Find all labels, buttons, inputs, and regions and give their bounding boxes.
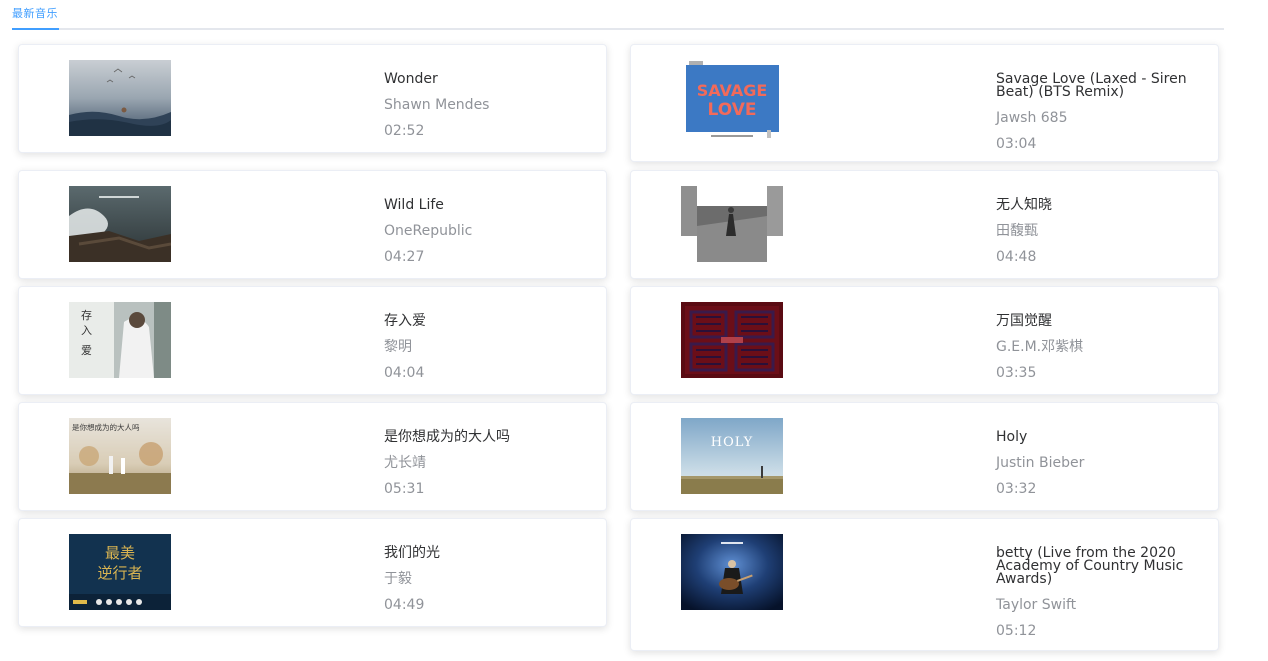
song-duration: 02:52 (384, 123, 425, 139)
song-duration: 03:04 (996, 136, 1037, 152)
song-card[interactable]: betty (Live from the 2020 Academy of Cou… (630, 518, 1219, 651)
song-title[interactable]: 无人知晓 (996, 198, 1201, 212)
song-artist[interactable]: 黎明 (384, 340, 589, 354)
song-duration: 04:04 (384, 365, 425, 381)
album-cover[interactable] (69, 60, 171, 136)
song-artist[interactable]: G.E.M.邓紫棋 (996, 340, 1201, 354)
album-cover[interactable]: 存 入 爱 (69, 302, 171, 378)
album-cover[interactable] (681, 186, 783, 262)
album-cover[interactable] (681, 302, 783, 378)
song-title[interactable]: 我们的光 (384, 546, 589, 560)
svg-text:最美: 最美 (105, 544, 135, 562)
song-info: Savage Love (Laxed - Siren Beat) (BTS Re… (996, 72, 1201, 152)
song-artist[interactable]: Justin Bieber (996, 456, 1201, 470)
song-info: Wonder Shawn Mendes 02:52 (384, 72, 589, 139)
song-title[interactable]: 是你想成为的大人吗 (384, 430, 589, 444)
song-title[interactable]: 存入爱 (384, 314, 589, 328)
song-duration: 04:27 (384, 249, 425, 265)
song-card[interactable]: 无人知晓 田馥甄 04:48 (630, 170, 1219, 279)
song-info: 是你想成为的大人吗 尤长靖 05:31 (384, 430, 589, 497)
song-card[interactable]: HOLY Holy Justin Bieber 03:32 (630, 402, 1219, 511)
song-title[interactable]: betty (Live from the 2020 Academy of Cou… (996, 546, 1196, 586)
song-artist[interactable]: 田馥甄 (996, 224, 1201, 238)
song-card[interactable]: Wild Life OneRepublic 04:27 (18, 170, 607, 279)
svg-text:入: 入 (81, 324, 92, 337)
song-info: Holy Justin Bieber 03:32 (996, 430, 1201, 497)
tab-bar: 最新音乐 (12, 0, 1224, 30)
song-card[interactable]: 是你想成为的大人吗 是你想成为的大人吗 尤长靖 05:31 (18, 402, 607, 511)
svg-text:HOLY: HOLY (711, 435, 753, 450)
latest-music-page: 最新音乐 Wonder Shawn Mendes 02:52 SAVAGE LO… (0, 0, 1268, 661)
svg-text:LOVE: LOVE (708, 100, 757, 120)
song-duration: 05:12 (996, 623, 1037, 639)
album-cover[interactable]: HOLY (681, 418, 783, 494)
album-cover[interactable]: SAVAGE LOVE (681, 60, 783, 148)
svg-text:SAVAGE: SAVAGE (697, 81, 768, 100)
song-title[interactable]: Savage Love (Laxed - Siren Beat) (BTS Re… (996, 72, 1191, 99)
song-info: betty (Live from the 2020 Academy of Cou… (996, 546, 1201, 639)
song-artist[interactable]: Jawsh 685 (996, 111, 1201, 125)
song-card[interactable]: Wonder Shawn Mendes 02:52 (18, 44, 607, 153)
song-duration: 04:48 (996, 249, 1037, 265)
song-title[interactable]: Wild Life (384, 198, 589, 212)
song-card[interactable]: 存 入 爱 存入爱 黎明 04:04 (18, 286, 607, 395)
album-cover[interactable]: 最美 逆行者 (69, 534, 171, 610)
song-title[interactable]: Wonder (384, 72, 589, 86)
song-info: 万国觉醒 G.E.M.邓紫棋 03:35 (996, 314, 1201, 381)
song-info: 无人知晓 田馥甄 04:48 (996, 198, 1201, 265)
song-duration: 03:35 (996, 365, 1037, 381)
song-duration: 03:32 (996, 481, 1037, 497)
svg-text:逆行者: 逆行者 (97, 564, 142, 582)
song-info: Wild Life OneRepublic 04:27 (384, 198, 589, 265)
song-artist[interactable]: Shawn Mendes (384, 98, 589, 112)
song-card[interactable]: 万国觉醒 G.E.M.邓紫棋 03:35 (630, 286, 1219, 395)
song-info: 存入爱 黎明 04:04 (384, 314, 589, 381)
album-cover[interactable] (69, 186, 171, 262)
song-duration: 04:49 (384, 597, 425, 613)
album-cover[interactable]: 是你想成为的大人吗 (69, 418, 171, 494)
svg-text:是你想成为的大人吗: 是你想成为的大人吗 (72, 422, 140, 432)
song-title[interactable]: 万国觉醒 (996, 314, 1201, 328)
song-info: 我们的光 于毅 04:49 (384, 546, 589, 613)
svg-text:爱: 爱 (81, 344, 92, 357)
song-title[interactable]: Holy (996, 430, 1201, 444)
album-cover[interactable] (681, 534, 783, 610)
song-duration: 05:31 (384, 481, 425, 497)
tab-latest-music[interactable]: 最新音乐 (12, 5, 59, 30)
song-artist[interactable]: 尤长靖 (384, 456, 589, 470)
song-artist[interactable]: OneRepublic (384, 224, 589, 238)
song-artist[interactable]: Taylor Swift (996, 598, 1201, 612)
song-card[interactable]: 最美 逆行者 我们的光 于毅 04:49 (18, 518, 607, 627)
song-artist[interactable]: 于毅 (384, 572, 589, 586)
svg-text:存: 存 (81, 308, 92, 322)
song-card[interactable]: SAVAGE LOVE Savage Love (Laxed - Siren B… (630, 44, 1219, 162)
